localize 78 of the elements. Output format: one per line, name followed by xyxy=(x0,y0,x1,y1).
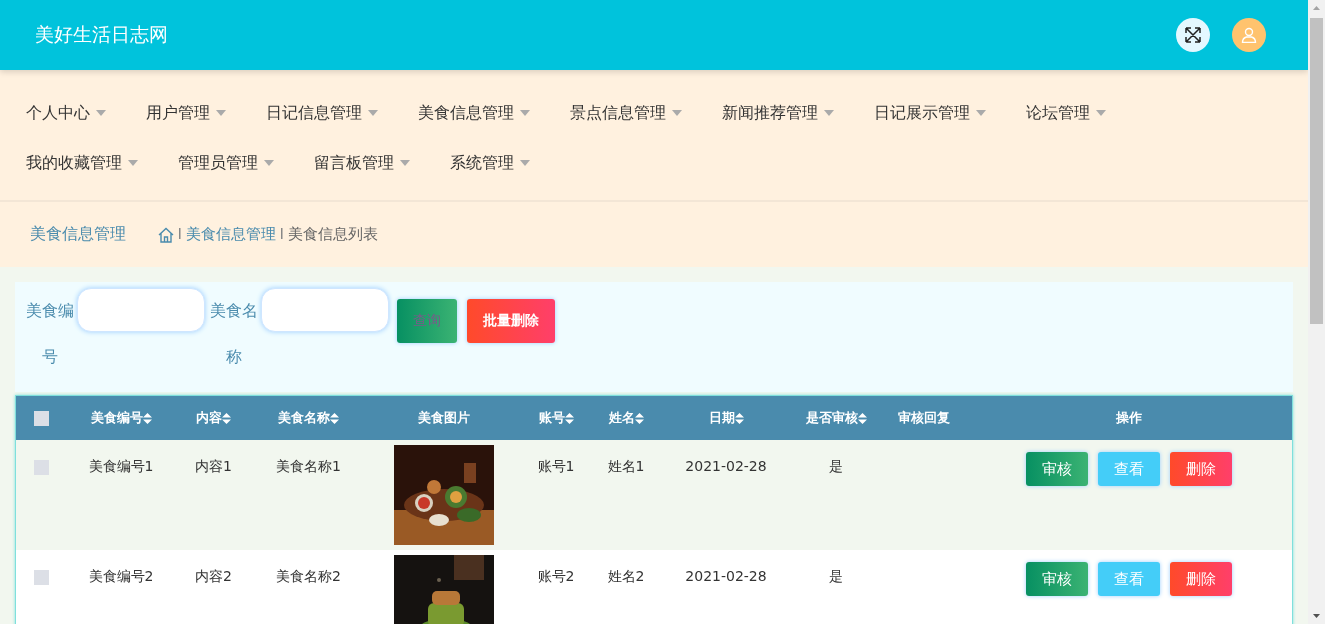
column-header[interactable]: 内容 xyxy=(196,409,222,427)
home-icon[interactable] xyxy=(158,226,174,243)
sort-icon[interactable] xyxy=(734,412,744,424)
table-cell: 账号1 xyxy=(537,458,575,474)
caret-icon xyxy=(216,110,226,116)
table-cell: 内容2 xyxy=(195,568,232,584)
table-cell: 美食名称2 xyxy=(276,568,341,584)
caret-icon xyxy=(672,110,682,116)
field-label: 美食名称 xyxy=(209,300,259,368)
menu-item[interactable]: 留言板管理 xyxy=(314,142,410,184)
caret-icon xyxy=(520,160,530,166)
sort-icon[interactable] xyxy=(857,412,867,424)
caret-icon xyxy=(1096,110,1106,116)
table-cell: 是 xyxy=(829,458,843,474)
caret-icon xyxy=(976,110,986,116)
review-button[interactable]: 审核 xyxy=(1026,562,1088,596)
menu-item[interactable]: 系统管理 xyxy=(450,142,530,184)
caret-icon xyxy=(264,160,274,166)
menu-item[interactable]: 日记展示管理 xyxy=(874,92,986,134)
search-field[interactable] xyxy=(77,288,205,332)
caret-icon xyxy=(520,110,530,116)
page-title: 美食信息管理 xyxy=(30,224,126,245)
separator-icon xyxy=(179,227,181,239)
column-header[interactable]: 姓名 xyxy=(608,409,635,427)
sort-icon[interactable] xyxy=(634,412,644,424)
column-header: 操作 xyxy=(1116,409,1142,427)
table-cell: 账号2 xyxy=(537,568,575,584)
column-header[interactable]: 美食名称 xyxy=(278,409,330,427)
sort-icon[interactable] xyxy=(564,412,574,424)
table-cell: 2021-02-28 xyxy=(685,568,767,584)
fullscreen-button[interactable] xyxy=(1176,18,1210,52)
caret-icon xyxy=(368,110,378,116)
menu-item[interactable]: 管理员管理 xyxy=(178,142,274,184)
row-checkbox[interactable] xyxy=(33,569,49,585)
column-header[interactable]: 日期 xyxy=(708,409,735,427)
caret-icon xyxy=(400,160,410,166)
menu-item[interactable]: 美食信息管理 xyxy=(418,92,530,134)
menu-item[interactable]: 景点信息管理 xyxy=(570,92,682,134)
menu-item[interactable]: 日记信息管理 xyxy=(266,92,378,134)
table-cell: 是 xyxy=(829,568,843,584)
menu-item[interactable]: 论坛管理 xyxy=(1026,92,1106,134)
table-cell: 美食编号2 xyxy=(88,568,154,584)
menu-item[interactable]: 新闻推荐管理 xyxy=(722,92,834,134)
sort-icon[interactable] xyxy=(222,412,231,424)
caret-icon xyxy=(824,110,834,116)
search-field[interactable] xyxy=(261,288,389,332)
review-button[interactable]: 审核 xyxy=(1026,452,1088,486)
table-cell: 姓名1 xyxy=(607,458,645,474)
sort-icon[interactable] xyxy=(330,412,339,424)
select-all-checkbox[interactable] xyxy=(33,411,49,426)
user-icon xyxy=(1241,27,1257,43)
delete-button[interactable]: 删除 xyxy=(1170,452,1232,486)
breadcrumb-current: 美食信息列表 xyxy=(288,225,378,244)
separator-icon xyxy=(281,227,283,239)
caret-icon xyxy=(128,160,138,166)
column-header[interactable]: 账号 xyxy=(538,409,565,427)
delete-button[interactable]: 删除 xyxy=(1170,562,1232,596)
column-header[interactable]: 美食编号 xyxy=(90,409,143,427)
scroll-bar[interactable] xyxy=(1308,0,1325,624)
column-header: 审核回复 xyxy=(897,409,950,427)
table-cell: 内容1 xyxy=(195,458,232,474)
table-cell: 2021-02-28 xyxy=(685,458,767,474)
sort-icon[interactable] xyxy=(142,412,152,424)
table-cell: 美食编号1 xyxy=(88,458,154,474)
column-header: 美食图片 xyxy=(417,409,470,427)
site-title: 美好生活日志网 xyxy=(35,22,169,47)
caret-icon xyxy=(96,110,106,116)
menu-item[interactable]: 个人中心 xyxy=(26,92,106,134)
menu-item[interactable]: 我的收藏管理 xyxy=(26,142,138,184)
batch-delete-button[interactable]: 批量删除 xyxy=(467,299,555,343)
menu-item[interactable]: 用户管理 xyxy=(146,92,226,134)
table-cell: 姓名2 xyxy=(607,568,645,584)
expand-icon xyxy=(1185,27,1201,43)
breadcrumb-link[interactable]: 美食信息管理 xyxy=(186,225,276,244)
field-label: 美食编号 xyxy=(25,300,75,368)
table-cell: 美食名称1 xyxy=(276,458,341,474)
user-avatar-button[interactable] xyxy=(1232,18,1266,52)
row-checkbox[interactable] xyxy=(33,459,49,475)
